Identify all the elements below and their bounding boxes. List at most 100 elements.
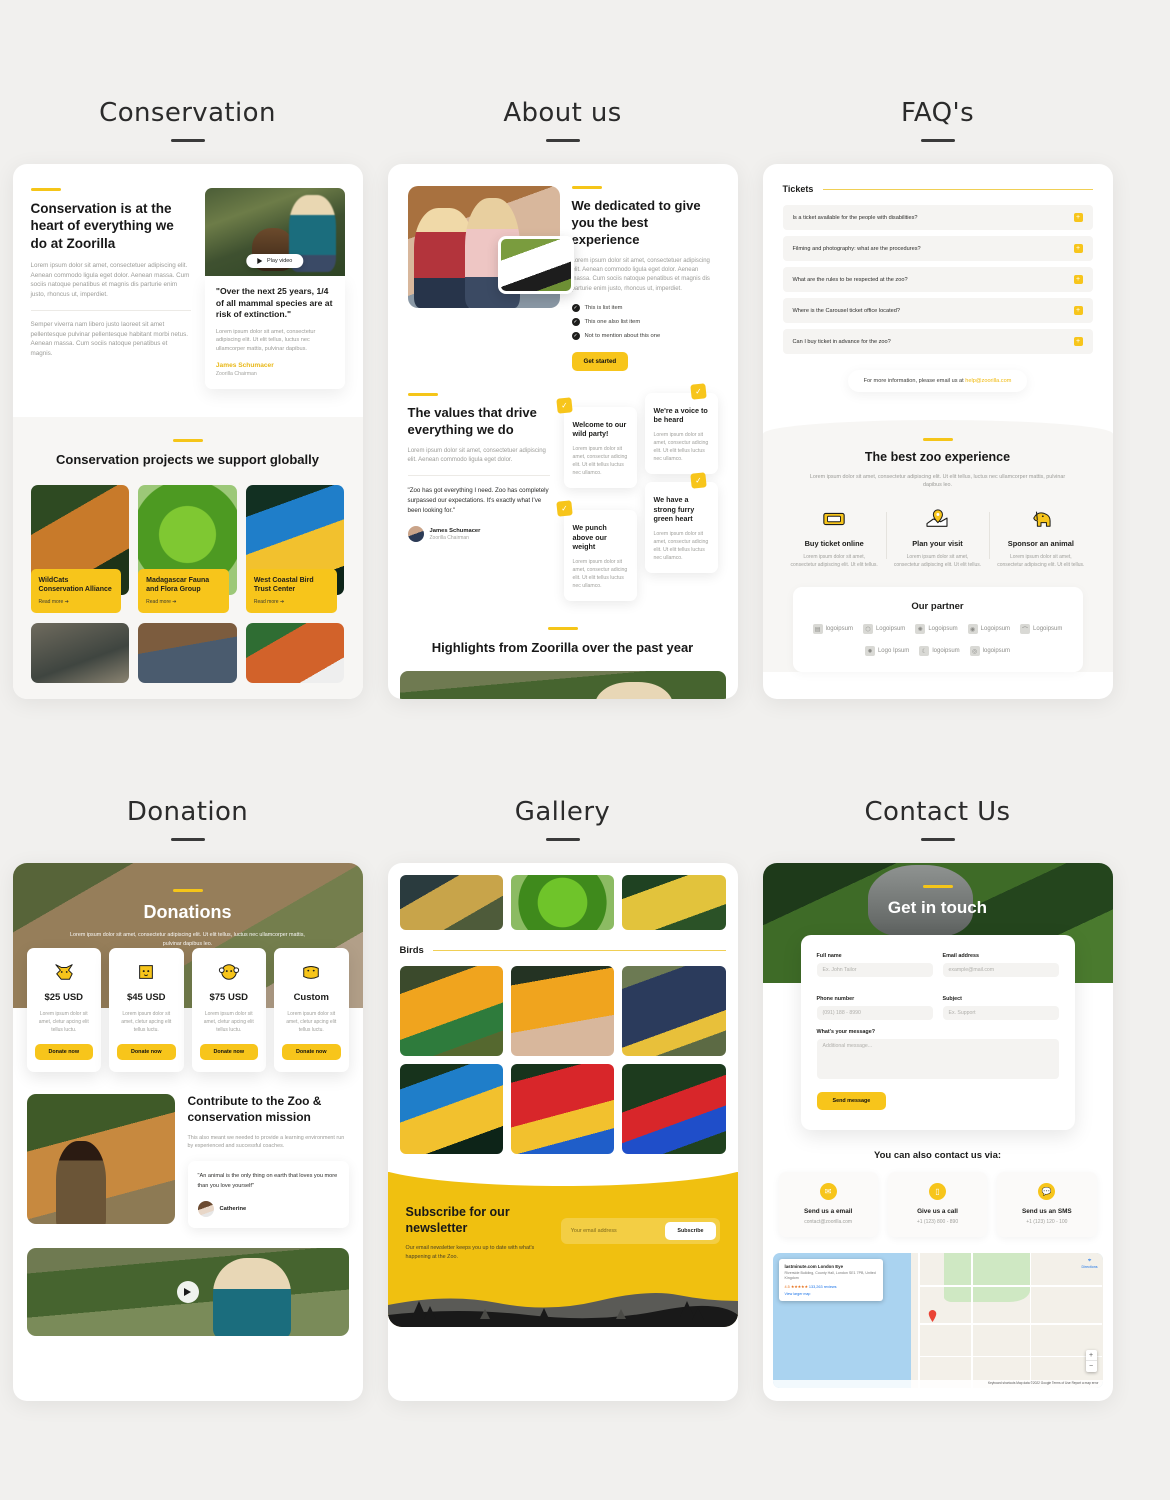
donate-now-button[interactable]: Donate now (34, 1044, 93, 1060)
subscribe-button[interactable]: Subscribe (665, 1222, 716, 1240)
full-name-input[interactable]: Ex. John Tailor (816, 963, 933, 977)
project-image-extra-1[interactable] (30, 622, 130, 683)
best-column: Buy ticket online Lorem ipsum dolor sit … (783, 506, 886, 570)
send-message-button[interactable]: Send message (816, 1092, 887, 1110)
map-larger-link[interactable]: View larger map (785, 1292, 877, 1296)
project-image-extra-3[interactable] (245, 622, 345, 683)
faq-item[interactable]: Is a ticket available for the people wit… (782, 205, 1093, 230)
map-park (944, 1253, 1030, 1302)
highlights-image[interactable] (399, 670, 726, 699)
gallery-image-scarlet-macaw[interactable] (510, 1064, 615, 1154)
get-started-button[interactable]: Get started (571, 351, 629, 371)
donate-now-button[interactable]: Donate now (282, 1044, 341, 1060)
email-input[interactable]: example@mail.com (942, 963, 1059, 977)
newsletter-band: Subscribe for our newsletter Our email n… (387, 1172, 738, 1327)
partner-logo: ⌒ Logoipsum (1020, 624, 1063, 635)
conservation-text: Conservation is at the heart of everythi… (30, 188, 191, 389)
project-card[interactable]: WildCats Conservation Alliance Read more… (30, 484, 130, 613)
gallery-image-macaw-flight[interactable] (622, 1064, 726, 1154)
gallery-image-green-snake[interactable] (510, 875, 615, 930)
faq-item[interactable]: What are the rules to be respected at th… (782, 267, 1093, 292)
expand-icon[interactable]: + (1073, 275, 1083, 284)
divider (432, 950, 726, 951)
project-card[interactable]: Madagascar Fauna and Flora Group Read mo… (138, 484, 237, 613)
faq-question: Is a ticket available for the people wit… (792, 214, 918, 221)
about-values: The values that drive everything we do L… (388, 371, 738, 601)
zoom-out-button[interactable]: − (1086, 1361, 1097, 1372)
contact-card-phone[interactable]: ▯ Give us a call +1 (123) 800 - 890 (887, 1172, 988, 1237)
partner-glyph-icon: ⬡ (862, 624, 873, 635)
best-column-title: Plan your visit (912, 538, 963, 548)
donate-now-button[interactable]: Donate now (199, 1044, 258, 1060)
tier-amount: $25 USD (44, 992, 84, 1003)
map-pin-icon (928, 1309, 936, 1322)
map-road (970, 1253, 973, 1388)
best-column-body: Lorem ipsum dolor sit amet, consectetur … (893, 553, 982, 568)
best-column-body: Lorem ipsum dolor sit amet, consectetur … (997, 553, 1085, 568)
map-zoom-controls[interactable]: + − (1085, 1350, 1097, 1372)
zoom-in-button[interactable]: + (1085, 1350, 1097, 1361)
faq-item[interactable]: Filming and photography: what are the pr… (782, 236, 1093, 261)
tier-body: Lorem ipsum dolor sit amet, cletur apcin… (121, 1011, 172, 1033)
gallery-row-birds-2 (399, 1064, 726, 1154)
contact-alt-header: You can also contact us via: (763, 1150, 1113, 1161)
project-card[interactable]: West Coastal Bird Trust Center Read more… (245, 484, 345, 613)
partner-glyph-icon: ✹ (864, 646, 875, 657)
contact-card-email[interactable]: ✉ Send us a email contact@zoorilla.com (778, 1172, 878, 1237)
play-icon[interactable] (176, 1280, 199, 1303)
about-para: Lorem ipsum dolor sit amet, consectetuer… (571, 257, 710, 292)
message-textarea[interactable]: Additional message... (816, 1039, 1059, 1079)
faq-item[interactable]: Where is the Carousel ticket office loca… (782, 298, 1093, 323)
hippo-icon (282, 960, 341, 984)
project-image-extra-2[interactable] (138, 622, 237, 683)
donation-video[interactable] (26, 1247, 349, 1336)
gallery-image-conures-hand[interactable] (510, 966, 615, 1056)
project-readmore[interactable]: Read more ➔ (39, 599, 114, 605)
donate-now-button[interactable]: Donate now (117, 1044, 176, 1060)
play-video-button[interactable]: Play video (245, 254, 304, 268)
project-readmore[interactable]: Read more ➔ (146, 599, 221, 605)
panel-contact: Get in touch Full name Ex. John Tailor E… (762, 863, 1113, 1401)
section-header-contact: Contact Us (750, 699, 1125, 841)
field-email: Email address example@mail.com (942, 953, 1059, 977)
contact-title: Get in touch (887, 898, 988, 917)
partners-section: Our partner ▤ logoipsum ⬡ Logoipsum ✺ Logoi… (792, 587, 1083, 673)
conservation-video-thumb[interactable]: Play video (204, 188, 345, 276)
elephant-icon (997, 506, 1084, 532)
gallery-image-blue-gold-macaws[interactable] (399, 1064, 503, 1154)
gallery-image-woman-child-birds[interactable] (622, 966, 726, 1056)
phone-input[interactable]: (091) 188 - 8990 (816, 1006, 933, 1020)
section-title: About us (503, 98, 622, 128)
email-input[interactable]: Your email address (565, 1228, 662, 1234)
expand-icon[interactable]: + (1073, 306, 1083, 315)
contact-card-sms[interactable]: 💬 Send us an SMS +1 (123) 120 - 100 (997, 1172, 1097, 1237)
check-badge-icon: ✓ (689, 383, 707, 400)
map-info-card[interactable]: lastminute.com London Eye Riverside Buil… (778, 1259, 883, 1302)
lion-icon (117, 960, 176, 984)
project-readmore[interactable]: Read more ➔ (254, 599, 329, 605)
values-author: James Schumacer (429, 527, 481, 534)
expand-icon[interactable]: + (1073, 337, 1083, 346)
map-embed[interactable]: lastminute.com London Eye Riverside Buil… (772, 1253, 1103, 1388)
value-card-title: We punch above our weight (572, 523, 607, 552)
panel-donation: Donations Lorem ipsum dolor sit amet, co… (12, 863, 363, 1401)
list-item: ✓ This is list item (571, 303, 718, 312)
expand-icon[interactable]: + (1073, 213, 1083, 222)
projects-grid: WildCats Conservation Alliance Read more… (30, 484, 345, 613)
subject-input[interactable]: Ex. Support (942, 1006, 1059, 1020)
faq-item[interactable]: Can I buy ticket in advance for the zoo?… (782, 329, 1093, 354)
map-road (917, 1323, 1103, 1326)
column-faq: FAQ's Tickets Is a ticket available for … (750, 0, 1125, 1401)
faq-contact-note: For more information, please email us at… (847, 370, 1028, 392)
list-item-label: This is list item (584, 304, 623, 311)
map-directions-button[interactable]: ⌖ Directions (1082, 1258, 1098, 1269)
partner-logo: ◉ Logoipsum (967, 624, 1010, 635)
gallery-image-iguana[interactable] (399, 875, 503, 930)
expand-icon[interactable]: + (1073, 244, 1083, 253)
tier-body: Lorem ipsum dolor sit amet, cletur apcin… (203, 1011, 254, 1033)
contribute-author-row: Catherine (197, 1200, 339, 1217)
gallery-image-conure[interactable] (399, 966, 503, 1056)
faq-contact-email-link[interactable]: help@zoorilla.com (965, 378, 1011, 384)
highlights-heading: Highlights from Zoorilla over the past y… (431, 639, 694, 655)
gallery-image-yellow-snake[interactable] (622, 875, 726, 930)
